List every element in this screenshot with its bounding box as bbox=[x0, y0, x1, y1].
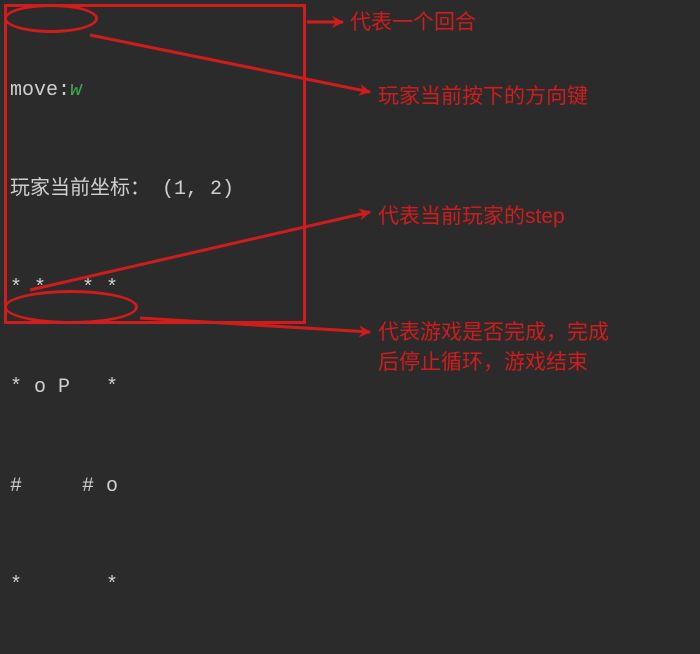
anno-game-complete: 代表游戏是否完成，完成 后停止循环，游戏结束 bbox=[378, 318, 609, 379]
status-ellipse bbox=[4, 290, 138, 324]
anno-step: 代表当前玩家的step bbox=[378, 202, 565, 232]
round-box bbox=[4, 4, 306, 324]
anno-direction-key: 玩家当前按下的方向键 bbox=[378, 82, 588, 112]
move-ellipse bbox=[4, 4, 98, 33]
grid-1-row-3: * * bbox=[10, 569, 234, 602]
grid-1-row-2: # # o bbox=[10, 470, 234, 503]
grid-1-row-1: * o P * bbox=[10, 371, 234, 404]
anno-round: 代表一个回合 bbox=[350, 8, 476, 38]
